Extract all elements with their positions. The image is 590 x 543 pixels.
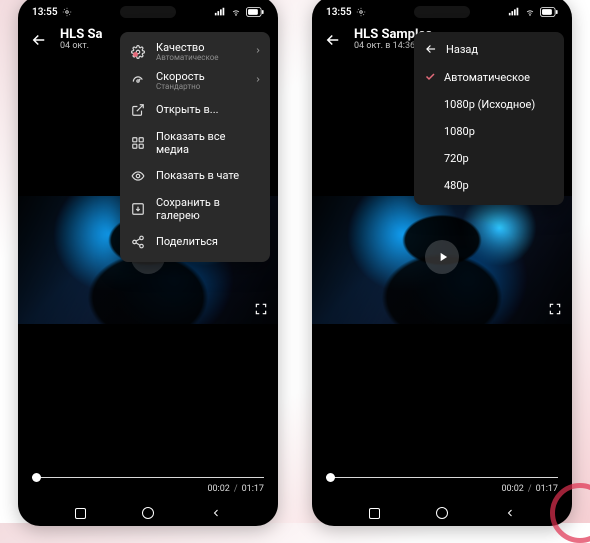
video-player[interactable] — [312, 196, 572, 324]
quality-option-auto[interactable]: Автоматическое — [414, 64, 564, 91]
grid-icon — [130, 135, 146, 151]
menu-label: Поделиться — [156, 235, 218, 248]
submenu-back-label: Назад — [446, 43, 478, 56]
page-title: HLS Sa — [60, 28, 102, 42]
status-bar: 13:55 — [312, 2, 572, 22]
back-button[interactable] — [28, 29, 50, 51]
player-controls: 00:02 / 01:17 — [312, 468, 572, 494]
option-label: Автоматическое — [444, 71, 530, 84]
chevron-right-icon — [254, 75, 262, 88]
menu-item-quality[interactable]: Качество Автоматическое — [120, 38, 270, 67]
speed-icon — [130, 73, 146, 89]
video-options-menu: Качество Автоматическое Скорость Стандар… — [120, 32, 270, 262]
quality-option-720p[interactable]: 720p — [414, 145, 564, 172]
download-image-icon — [130, 201, 146, 217]
option-label: 1080p — [444, 125, 475, 138]
eye-icon — [130, 168, 146, 184]
system-nav-bar — [18, 506, 278, 520]
seek-bar[interactable] — [32, 468, 264, 486]
clock: 13:55 — [32, 7, 58, 18]
menu-item-speed[interactable]: Скорость Стандартно — [120, 67, 270, 96]
nav-home[interactable] — [435, 506, 449, 520]
menu-sublabel: Автоматическое — [156, 54, 219, 63]
battery-icon — [246, 7, 264, 17]
quality-option-1080p-source[interactable]: 1080p (Исходное) — [414, 91, 564, 118]
option-label: 480p — [444, 179, 469, 192]
seek-thumb[interactable] — [326, 473, 335, 482]
quality-option-480p[interactable]: 480p — [414, 172, 564, 199]
menu-item-save[interactable]: Сохранить в галерею — [120, 190, 270, 228]
quality-submenu: Назад Автоматическое 1080p (Исходное) 10… — [414, 32, 564, 205]
option-label: 720p — [444, 152, 469, 165]
wifi-icon — [524, 7, 536, 17]
fullscreen-button[interactable] — [252, 300, 270, 318]
menu-item-open-in[interactable]: Открыть в... — [120, 96, 270, 124]
menu-label: Показать все медиа — [156, 130, 258, 156]
nav-back[interactable] — [209, 506, 223, 520]
phone-right: 13:55 HLS Samples 04 окт. в 14:36 — [312, 0, 572, 526]
menu-item-show-all-media[interactable]: Показать все медиа — [120, 124, 270, 162]
phone-left: 13:55 HLS Sa 04 окт. — [18, 0, 278, 526]
seek-thumb[interactable] — [32, 473, 41, 482]
menu-label: Открыть в... — [156, 103, 219, 116]
nav-recent[interactable] — [73, 506, 87, 520]
check-icon — [424, 70, 436, 85]
camera-notch — [120, 6, 176, 18]
quality-option-1080p[interactable]: 1080p — [414, 118, 564, 145]
clock: 13:55 — [326, 7, 352, 18]
menu-label: Сохранить в галерею — [156, 196, 258, 222]
submenu-back[interactable]: Назад — [414, 36, 564, 64]
signal-icon — [214, 7, 226, 17]
wifi-icon — [230, 7, 242, 17]
battery-icon — [540, 7, 558, 17]
chevron-right-icon — [254, 46, 262, 59]
option-label: 1080p (Исходное) — [444, 98, 535, 111]
camera-notch — [414, 6, 470, 18]
gear-icon — [130, 44, 146, 60]
player-controls: 00:02 / 01:17 — [18, 468, 278, 494]
system-nav-bar — [312, 506, 572, 520]
menu-item-show-in-chat[interactable]: Показать в чате — [120, 162, 270, 190]
play-button[interactable] — [425, 240, 459, 274]
seek-bar[interactable] — [326, 468, 558, 486]
status-app-icon — [62, 7, 72, 17]
menu-label: Показать в чате — [156, 169, 239, 182]
signal-icon — [508, 7, 520, 17]
open-external-icon — [130, 102, 146, 118]
status-bar: 13:55 — [18, 2, 278, 22]
status-app-icon — [356, 7, 366, 17]
page-subtitle: 04 окт. — [60, 42, 102, 52]
fullscreen-button[interactable] — [546, 300, 564, 318]
nav-home[interactable] — [141, 506, 155, 520]
back-button[interactable] — [322, 29, 344, 51]
menu-sublabel: Стандартно — [156, 83, 205, 92]
nav-recent[interactable] — [367, 506, 381, 520]
share-icon — [130, 234, 146, 250]
nav-back[interactable] — [503, 506, 517, 520]
menu-item-share[interactable]: Поделиться — [120, 228, 270, 256]
